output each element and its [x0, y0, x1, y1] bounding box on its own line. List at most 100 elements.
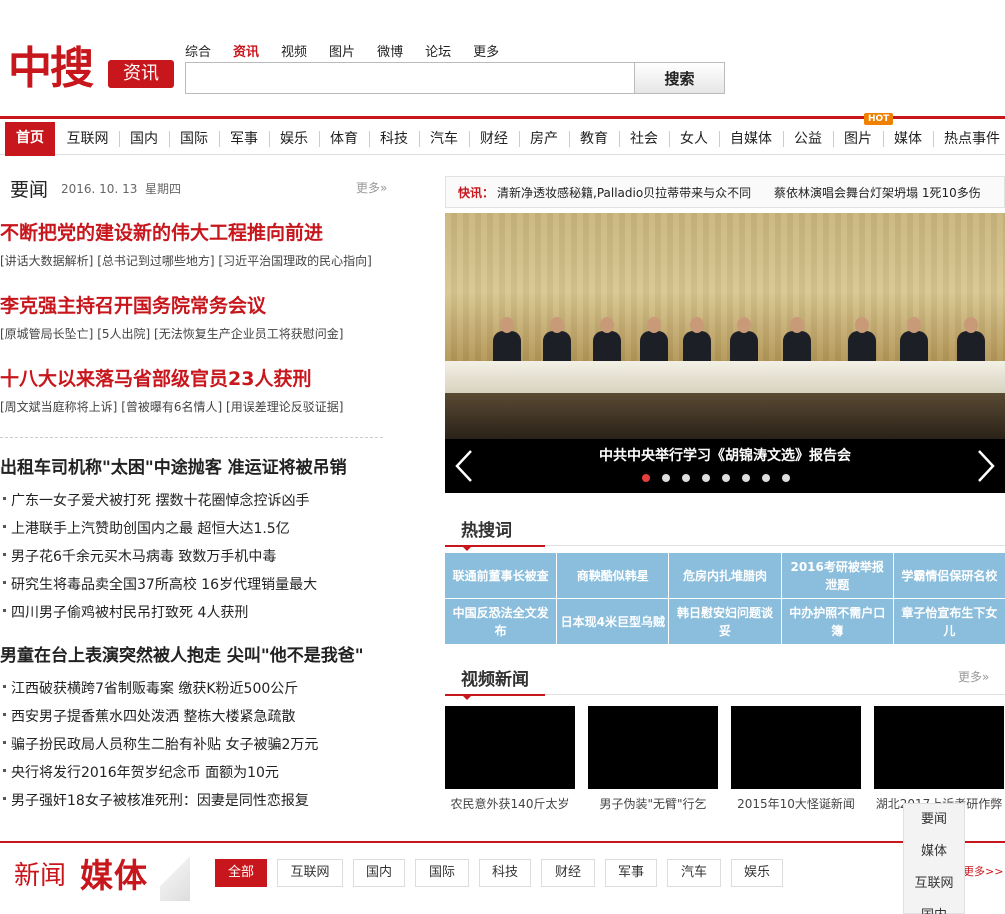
next-arrow-icon[interactable] [975, 449, 997, 483]
list-item[interactable]: 西安男子提香蕉水四处泼洒 整栋大楼紧急疏散 [0, 703, 390, 731]
hot-word-item[interactable]: 2016考研被举报泄题 [781, 553, 893, 598]
video-caption[interactable]: 男子伪装"无臂"行乞 [588, 795, 718, 812]
side-nav-item[interactable]: 媒体 [904, 836, 964, 868]
nav-item-entertainment[interactable]: 娱乐 [273, 123, 315, 155]
search-tab-news[interactable]: 资讯 [233, 41, 259, 60]
list-item[interactable]: 骗子扮民政局人员称生二胎有补贴 女子被骗2万元 [0, 731, 390, 759]
nav-item-internet[interactable]: 互联网 [60, 123, 115, 155]
slide-image[interactable] [445, 213, 1005, 439]
nav-item-domestic[interactable]: 国内 [123, 123, 165, 155]
search-button[interactable]: 搜索 [634, 62, 725, 94]
search-tab-images[interactable]: 图片 [329, 41, 355, 60]
media-tab-military[interactable]: 军事 [605, 859, 657, 887]
slide-dot[interactable] [662, 474, 670, 482]
nav-item-international[interactable]: 国际 [173, 123, 215, 155]
related-link[interactable]: [用误差理论反驳证据] [226, 400, 343, 414]
media-tab-entertainment[interactable]: 娱乐 [731, 859, 783, 887]
nav-item-finance[interactable]: 财经 [473, 123, 515, 155]
hot-word-item[interactable]: 联通前董事长被查 [445, 553, 557, 598]
video-card[interactable]: 男子伪装"无臂"行乞 [588, 706, 718, 812]
list-item[interactable]: 江西破获横跨7省制贩毒案 缴获K粉近500公斤 [0, 675, 390, 703]
nav-item-women[interactable]: 女人 [673, 123, 715, 155]
nav-item-auto[interactable]: 汽车 [423, 123, 465, 155]
nav-item-sports[interactable]: 体育 [323, 123, 365, 155]
nav-item-pictures[interactable]: 图片 [837, 123, 879, 155]
list-item[interactable]: 四川男子偷鸡被村民吊打致死 4人获刑 [0, 599, 390, 627]
related-link[interactable]: [周文斌当庭称将上诉] [0, 400, 117, 414]
video-thumbnail[interactable] [731, 706, 861, 789]
site-logo[interactable]: 中搜 资讯 [8, 44, 174, 96]
nav-item-realestate[interactable]: 房产 [523, 123, 565, 155]
headline-2[interactable]: 李克强主持召开国务院常务会议 [0, 291, 266, 318]
hot-word-item[interactable]: 学霸情侣保研名校 [893, 553, 1005, 598]
hot-word-item[interactable]: 章子怡宣布生下女儿 [893, 599, 1005, 644]
section-headline-1[interactable]: 出租车司机称"太困"中途抛客 准运证将被吊销 [0, 453, 347, 478]
related-link[interactable]: [5人出院] [97, 327, 150, 341]
list-item[interactable]: 男子强奸18女子被核准死刑：因妻是同性恋报复 [0, 787, 390, 815]
video-thumbnail[interactable] [874, 706, 1004, 789]
nav-item-tech[interactable]: 科技 [373, 123, 415, 155]
video-card[interactable]: 湖北2017上诉考研作弊 [874, 706, 1004, 812]
video-news-more-link[interactable]: 更多» [958, 668, 989, 685]
related-link[interactable]: [讲话大数据解析] [0, 254, 93, 268]
headline-1[interactable]: 不断把党的建设新的伟大工程推向前进 [0, 218, 323, 245]
section-headline-2[interactable]: 男童在台上表演突然被人抱走 尖叫"他不是我爸" [0, 641, 364, 666]
flash-item[interactable]: 蔡依林演唱会舞台灯架坍塌 1死10多伤 [774, 184, 981, 201]
slide-dot[interactable] [642, 474, 650, 482]
related-link[interactable]: [习近平治国理政的民心指向] [218, 254, 371, 268]
search-tab-forum[interactable]: 论坛 [425, 41, 451, 60]
slide-dot[interactable] [782, 474, 790, 482]
video-caption[interactable]: 2015年10大怪诞新闻 [731, 795, 861, 812]
search-tab-weibo[interactable]: 微博 [377, 41, 403, 60]
hot-word-item[interactable]: 中国反恐法全文发布 [445, 599, 557, 644]
slide-dot[interactable] [682, 474, 690, 482]
nav-item-military[interactable]: 军事 [223, 123, 265, 155]
nav-item-wemedia[interactable]: 自媒体 [723, 123, 779, 155]
media-tab-tech[interactable]: 科技 [479, 859, 531, 887]
headline-3[interactable]: 十八大以来落马省部级官员23人获刑 [0, 364, 311, 391]
flash-item[interactable]: 清新净透妆感秘籍,Palladio贝拉蒂带来与众不同 [497, 184, 751, 201]
nav-item-education[interactable]: 教育 [573, 123, 615, 155]
hot-word-item[interactable]: 韩日慰安妇问题谈妥 [669, 599, 781, 644]
media-tab-international[interactable]: 国际 [415, 859, 469, 887]
search-tab-more[interactable]: 更多 [473, 41, 499, 60]
list-item[interactable]: 研究生将毒品卖全国37所高校 16岁代理销量最大 [0, 571, 390, 599]
search-tab-all[interactable]: 综合 [185, 41, 211, 60]
list-item[interactable]: 上港联手上汽赞助创国内之最 超恒大达1.5亿 [0, 515, 390, 543]
nav-item-society[interactable]: 社会 [623, 123, 665, 155]
media-tab-domestic[interactable]: 国内 [353, 859, 405, 887]
side-nav-item[interactable]: 互联网 [904, 868, 964, 900]
media-tab-internet[interactable]: 互联网 [277, 859, 343, 887]
slide-dot[interactable] [702, 474, 710, 482]
news-slideshow[interactable]: 中共中央举行学习《胡锦涛文选》报告会 [445, 213, 1005, 493]
list-item[interactable]: 男子花6千余元买木马病毒 致数万手机中毒 [0, 543, 390, 571]
top-news-more-link[interactable]: 更多» [356, 179, 387, 196]
hot-word-item[interactable]: 商鞅酷似韩星 [557, 553, 669, 598]
slide-dot[interactable] [742, 474, 750, 482]
nav-item-charity[interactable]: 公益 [787, 123, 829, 155]
nav-item-hot-events[interactable]: 热点事件 [939, 123, 1005, 155]
media-tab-auto[interactable]: 汽车 [667, 859, 721, 887]
media-more-link[interactable]: 更多>> [963, 863, 1003, 879]
list-item[interactable]: 央行将发行2016年贺岁纪念币 面额为10元 [0, 759, 390, 787]
video-caption[interactable]: 农民意外获140斤太岁 [445, 795, 575, 812]
list-item[interactable]: 广东一女子爱犬被打死 摆数十花圈悼念控诉凶手 [0, 487, 390, 515]
nav-item-media[interactable]: 媒体 [887, 123, 929, 155]
side-nav-item[interactable]: 要闻 [904, 804, 964, 836]
slide-caption[interactable]: 中共中央举行学习《胡锦涛文选》报告会 [445, 445, 1005, 465]
slide-dot[interactable] [762, 474, 770, 482]
related-link[interactable]: [曾被曝有6名情人] [121, 400, 222, 414]
media-tab-finance[interactable]: 财经 [541, 859, 595, 887]
hot-word-item[interactable]: 危房内扎堆腊肉 [669, 553, 781, 598]
related-link[interactable]: [原城管局长坠亡] [0, 327, 93, 341]
media-tab-all[interactable]: 全部 [215, 859, 267, 887]
prev-arrow-icon[interactable] [453, 449, 475, 483]
related-link[interactable]: [无法恢复生产企业员工将获慰问金] [154, 327, 343, 341]
video-card[interactable]: 农民意外获140斤太岁 [445, 706, 575, 812]
video-thumbnail[interactable] [445, 706, 575, 789]
search-input[interactable] [185, 62, 634, 94]
hot-word-item[interactable]: 日本现4米巨型乌贼 [557, 599, 669, 644]
search-tab-video[interactable]: 视频 [281, 41, 307, 60]
video-card[interactable]: 2015年10大怪诞新闻 [731, 706, 861, 812]
hot-word-item[interactable]: 中办护照不需户口簿 [781, 599, 893, 644]
